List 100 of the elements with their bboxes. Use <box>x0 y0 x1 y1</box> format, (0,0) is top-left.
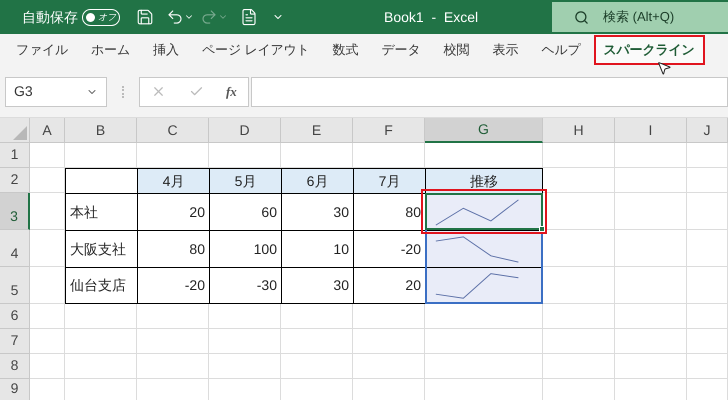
autosave-label: 自動保存 <box>22 8 78 26</box>
table-cell: 大阪支社 <box>65 230 138 268</box>
grid-cell[interactable] <box>65 329 137 354</box>
column-header[interactable]: B <box>65 118 137 143</box>
grid-cell[interactable] <box>543 267 615 304</box>
table-cell: -20 <box>353 230 426 268</box>
grid-cell[interactable] <box>687 168 728 193</box>
grid-cell[interactable] <box>209 354 281 379</box>
ribbon-tab[interactable]: 挿入 <box>143 35 189 65</box>
table-cell: -30 <box>209 267 282 304</box>
column-header[interactable]: G <box>425 118 543 143</box>
column-header[interactable]: I <box>615 118 687 143</box>
sparkline-cell[interactable] <box>425 267 543 304</box>
grid-cell[interactable] <box>543 354 615 379</box>
grid-cell[interactable] <box>65 354 137 379</box>
grid-cell[interactable] <box>615 267 687 304</box>
table-cell: 仙台支店 <box>65 267 138 304</box>
ribbon-tab[interactable]: スパークライン <box>594 35 705 65</box>
grid-cell[interactable] <box>543 304 615 329</box>
row-header[interactable]: 3 <box>0 193 30 230</box>
ribbon-tab[interactable]: データ <box>372 35 431 65</box>
search-icon <box>574 10 589 24</box>
row-header[interactable]: 8 <box>0 354 30 379</box>
column-header[interactable]: H <box>543 118 615 143</box>
grid-cell[interactable] <box>425 354 543 379</box>
grid-cell[interactable] <box>615 230 687 267</box>
row-header[interactable]: 1 <box>0 143 30 168</box>
insert-function-button[interactable]: fx <box>226 82 237 102</box>
grid-cell[interactable] <box>687 354 728 379</box>
grid-cell[interactable] <box>615 168 687 193</box>
grid-cell[interactable] <box>615 193 687 230</box>
column-header[interactable]: C <box>137 118 209 143</box>
column-header[interactable]: D <box>209 118 281 143</box>
grid-cell[interactable] <box>543 143 615 168</box>
table-cell: -20 <box>137 267 210 304</box>
formula-input[interactable] <box>251 76 728 106</box>
row-header[interactable]: 2 <box>0 168 30 193</box>
grid-cell[interactable] <box>30 304 65 329</box>
grid-cell[interactable] <box>30 329 65 354</box>
table-header-cell: 6月 <box>281 168 354 194</box>
autosave-toggle[interactable]: オフ <box>82 8 120 26</box>
ribbon-tab[interactable]: 校閲 <box>434 35 480 65</box>
row-header[interactable]: 6 <box>0 304 30 329</box>
toggle-knob <box>86 12 95 22</box>
grid-cell[interactable] <box>687 267 728 304</box>
row-header[interactable]: 7 <box>0 329 30 354</box>
table-cell: 10 <box>281 230 354 268</box>
grid-cell[interactable] <box>615 304 687 329</box>
name-box[interactable]: G3 <box>5 76 107 106</box>
grid-cell[interactable] <box>687 230 728 267</box>
ribbon-tab[interactable]: ページ レイアウト <box>192 35 320 65</box>
row-header[interactable]: 4 <box>0 230 30 267</box>
table-header-cell: 4月 <box>137 168 210 194</box>
column-header[interactable]: J <box>687 118 728 143</box>
grid-cell[interactable] <box>615 329 687 354</box>
grid-cell[interactable] <box>543 230 615 267</box>
column-header[interactable]: F <box>353 118 425 143</box>
table-cell: 30 <box>281 193 354 231</box>
grid-cell[interactable] <box>137 354 209 379</box>
grid-cell[interactable] <box>281 354 353 379</box>
grid-cell[interactable] <box>30 354 65 379</box>
grid-cell[interactable] <box>425 304 543 329</box>
column-header[interactable]: A <box>30 118 65 143</box>
grid-cell[interactable] <box>353 329 425 354</box>
row-header[interactable]: 9 <box>0 379 30 400</box>
ribbon-tab[interactable]: ヘルプ <box>532 35 591 65</box>
grid-cell[interactable] <box>687 193 728 230</box>
grid-cell[interactable] <box>30 143 65 168</box>
separator-handle-icon <box>122 86 124 98</box>
grid-cell[interactable] <box>209 329 281 354</box>
table-header-cell: 5月 <box>209 168 282 194</box>
save-icon[interactable] <box>136 8 154 26</box>
grid-cell[interactable] <box>543 329 615 354</box>
ribbon-tab[interactable]: ホーム <box>81 35 140 65</box>
table-cell: 100 <box>209 230 282 268</box>
search-field[interactable]: 検索 (Alt+Q) <box>552 2 728 32</box>
table-cell: 30 <box>281 267 354 304</box>
table-cell: 80 <box>137 230 210 268</box>
ribbon-tab[interactable]: ファイル <box>6 35 78 65</box>
column-header[interactable]: E <box>281 118 353 143</box>
grid-cell[interactable] <box>687 304 728 329</box>
grid-cell[interactable] <box>687 329 728 354</box>
ribbon-tab[interactable]: 数式 <box>322 35 369 65</box>
grid-cell[interactable] <box>281 329 353 354</box>
ribbon-tab[interactable]: 表示 <box>482 35 529 65</box>
grid-cell[interactable] <box>353 354 425 379</box>
row-header[interactable]: 5 <box>0 267 30 304</box>
table-cell: 本社 <box>65 193 138 231</box>
document-icon[interactable] <box>240 8 258 26</box>
window-title: Book1 - Excel <box>384 8 478 26</box>
grid-cell[interactable] <box>137 329 209 354</box>
grid-cell[interactable] <box>615 354 687 379</box>
undo-icon[interactable] <box>166 8 184 26</box>
table-cell: 20 <box>137 193 210 231</box>
grid-cell[interactable] <box>425 329 543 354</box>
grid-cell[interactable] <box>615 143 687 168</box>
table-cell: 60 <box>209 193 282 231</box>
table-cell: 20 <box>353 267 426 304</box>
table-cell: 80 <box>353 193 426 231</box>
grid-cell[interactable] <box>687 143 728 168</box>
